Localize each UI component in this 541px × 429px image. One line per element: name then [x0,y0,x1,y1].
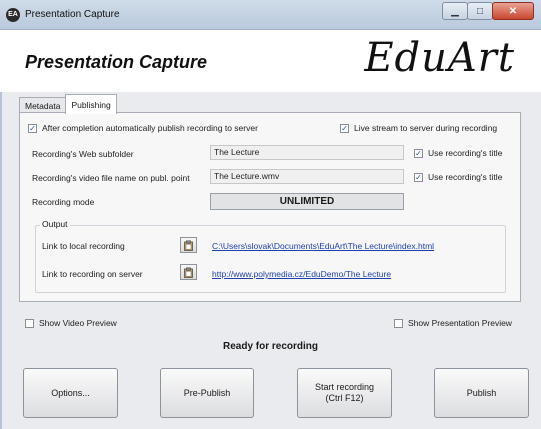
publishing-panel: ✓ After completion automatically publish… [19,112,521,302]
output-group-title: Output [40,219,70,229]
tab-publishing[interactable]: Publishing [65,94,117,114]
eduart-logo: EduArt [364,35,515,81]
minimize-button[interactable]: ▁ [442,2,468,20]
header: Presentation Capture EduArt [0,30,541,92]
title-bar: EA Presentation Capture ▁ □ ✕ [0,0,541,30]
copy-local-link-button[interactable] [180,237,197,253]
live-stream-row: ✓ Live stream to server during recording [340,123,497,133]
tab-strip: Metadata Publishing [19,94,117,114]
presentation-preview-label: Show Presentation Preview [408,318,512,328]
clipboard-icon [184,240,193,251]
use-title-checkbox-1[interactable]: ✓ [414,148,423,158]
app-icon: EA [6,8,20,22]
status-text: Ready for recording [222,341,319,352]
video-preview-label: Show Video Preview [39,318,117,328]
start-recording-label: Start recording [314,382,375,392]
window-title: Presentation Capture [25,9,120,20]
auto-publish-label: After completion automatically publish r… [42,123,258,133]
output-group [35,225,506,293]
start-recording-shortcut: (Ctrl F12) [325,393,364,403]
use-title-label-1: Use recording's title [428,148,503,158]
mode-row: Recording mode [32,197,94,207]
presentation-preview-row: Show Presentation Preview [394,318,512,328]
use-title-row-1: ✓ Use recording's title [414,148,502,158]
web-subfolder-input[interactable]: The Lecture [210,145,404,160]
recording-mode-label: Recording mode [32,197,95,207]
publish-button[interactable]: Publish [434,368,529,418]
local-link-row: Link to local recording [42,241,125,251]
video-file-label: Recording's video file name on publ. poi… [32,173,190,183]
live-stream-checkbox[interactable]: ✓ [340,123,349,133]
copy-server-link-button[interactable] [180,264,197,280]
web-subfolder-row: Recording's Web subfolder [32,149,134,159]
start-recording-button[interactable]: Start recording (Ctrl F12) [297,368,392,418]
web-subfolder-label: Recording's Web subfolder [32,149,134,159]
use-title-row-2: ✓ Use recording's title [414,172,502,182]
options-button[interactable]: Options... [23,368,118,418]
server-recording-link[interactable]: http://www.polymedia.cz/EduDemo/The Lect… [212,269,391,279]
server-link-row: Link to recording on server [42,269,143,279]
app-heading: Presentation Capture [25,52,208,72]
use-title-checkbox-2[interactable]: ✓ [414,172,423,182]
server-link-label: Link to recording on server [42,269,143,279]
use-title-label-2: Use recording's title [428,172,503,182]
presentation-preview-checkbox[interactable] [394,318,403,328]
local-recording-link[interactable]: C:\Users\slovak\Documents\EduArt\The Lec… [212,241,434,251]
maximize-button[interactable]: □ [467,2,493,20]
local-link-label: Link to local recording [42,241,125,251]
auto-publish-row: ✓ After completion automatically publish… [28,123,258,133]
recording-mode-select[interactable]: UNLIMITED [210,193,404,210]
close-button[interactable]: ✕ [492,2,534,20]
video-preview-checkbox[interactable] [25,318,34,328]
video-file-input[interactable]: The Lecture.wmv [210,169,404,184]
live-stream-label: Live stream to server during recording [354,123,498,133]
clipboard-icon [184,267,193,278]
pre-publish-button[interactable]: Pre-Publish [160,368,254,418]
window-controls: ▁ □ ✕ [442,2,534,20]
video-preview-row: Show Video Preview [25,318,117,328]
auto-publish-checkbox[interactable]: ✓ [28,123,37,133]
video-file-row: Recording's video file name on publ. poi… [32,173,190,183]
